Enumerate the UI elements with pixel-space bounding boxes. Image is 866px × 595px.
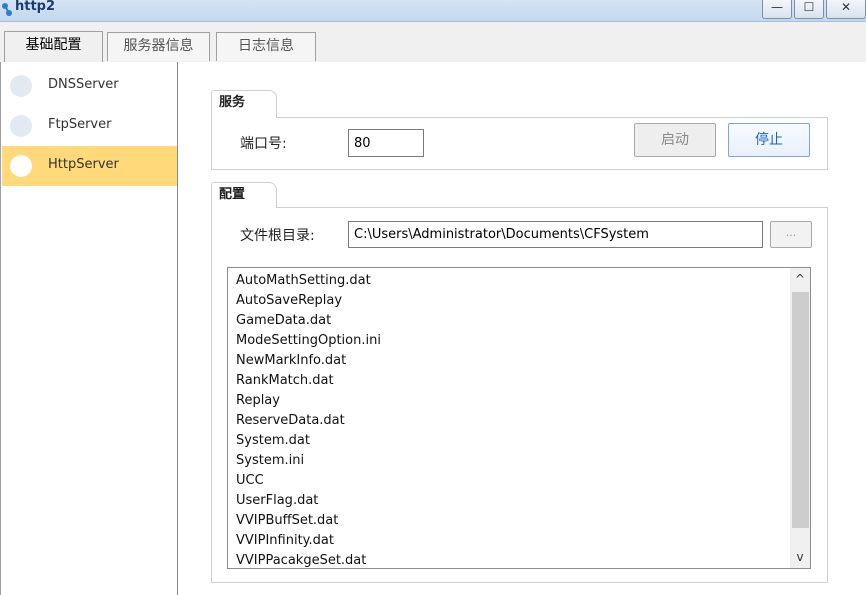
list-item[interactable]: AutoMathSetting.dat — [236, 271, 371, 291]
list-item[interactable]: VVIPPacakgeSet.dat — [236, 551, 366, 568]
scroll-up-icon[interactable]: ^ — [790, 268, 810, 288]
list-item[interactable]: System.dat — [236, 431, 310, 451]
nav-item-label: HttpServer — [48, 157, 119, 172]
list-item[interactable]: Replay — [236, 391, 280, 411]
nav-item-label: FtpServer — [48, 117, 112, 132]
circle-icon — [10, 115, 32, 137]
list-item[interactable]: ModeSettingOption.ini — [236, 331, 381, 351]
list-item[interactable]: UserFlag.dat — [236, 491, 318, 511]
browse-button[interactable]: ... — [770, 221, 812, 248]
root-dir-label: 文件根目录: — [240, 228, 315, 244]
maximize-icon: ☐ — [803, 0, 815, 14]
list-item[interactable]: VVIPBuffSet.dat — [236, 511, 338, 531]
maximize-button[interactable]: ☐ — [794, 0, 824, 19]
list-item[interactable]: VVIPInfinity.dat — [236, 531, 334, 551]
tab-server-info[interactable]: 服务器信息 — [107, 32, 210, 61]
minimize-icon: — — [771, 0, 783, 14]
start-button[interactable]: 启动 — [634, 123, 716, 157]
close-button[interactable]: ✕ — [826, 0, 866, 19]
server-nav: DNSServer FtpServer HttpServer — [0, 62, 178, 595]
file-list[interactable]: AutoMathSetting.dat AutoSaveReplay GameD… — [227, 267, 811, 569]
tab-log-info[interactable]: 日志信息 — [216, 32, 316, 61]
main-panel: 服务 端口号: 启动 停止 配置 文件根目录: ... AutoMathSett… — [178, 62, 866, 595]
window-title: http2 — [15, 0, 56, 14]
list-item[interactable]: RankMatch.dat — [236, 371, 334, 391]
scroll-thumb[interactable] — [792, 292, 809, 528]
tab-strip: 基础配置 服务器信息 日志信息 — [0, 22, 866, 62]
port-label: 端口号: — [240, 136, 287, 152]
tab-basic-config[interactable]: 基础配置 — [4, 31, 103, 62]
service-group-title: 服务 — [211, 90, 277, 118]
scroll-down-icon[interactable]: v — [790, 548, 810, 568]
list-item[interactable]: AutoSaveReplay — [236, 291, 342, 311]
nav-item-ftpserver[interactable]: FtpServer — [2, 106, 177, 146]
nav-item-httpserver[interactable]: HttpServer — [2, 146, 177, 186]
title-bar: http2 — ☐ ✕ — [0, 0, 866, 22]
network-icon — [2, 3, 12, 16]
list-item[interactable]: UCC — [236, 471, 264, 491]
circle-icon — [10, 75, 32, 97]
config-group-title: 配置 — [211, 182, 277, 208]
port-input[interactable] — [348, 129, 424, 157]
list-item[interactable]: GameData.dat — [236, 311, 331, 331]
nav-item-dnsserver[interactable]: DNSServer — [2, 66, 177, 106]
list-item[interactable]: System.ini — [236, 451, 304, 471]
circle-icon — [10, 155, 32, 177]
stop-button[interactable]: 停止 — [728, 123, 810, 157]
minimize-button[interactable]: — — [762, 0, 792, 19]
nav-item-label: DNSServer — [48, 77, 119, 92]
close-icon: ✕ — [840, 0, 852, 14]
list-item[interactable]: ReserveData.dat — [236, 411, 345, 431]
vertical-scrollbar[interactable]: ^ v — [790, 268, 810, 568]
root-dir-input[interactable] — [348, 221, 763, 248]
list-item[interactable]: NewMarkInfo.dat — [236, 351, 346, 371]
